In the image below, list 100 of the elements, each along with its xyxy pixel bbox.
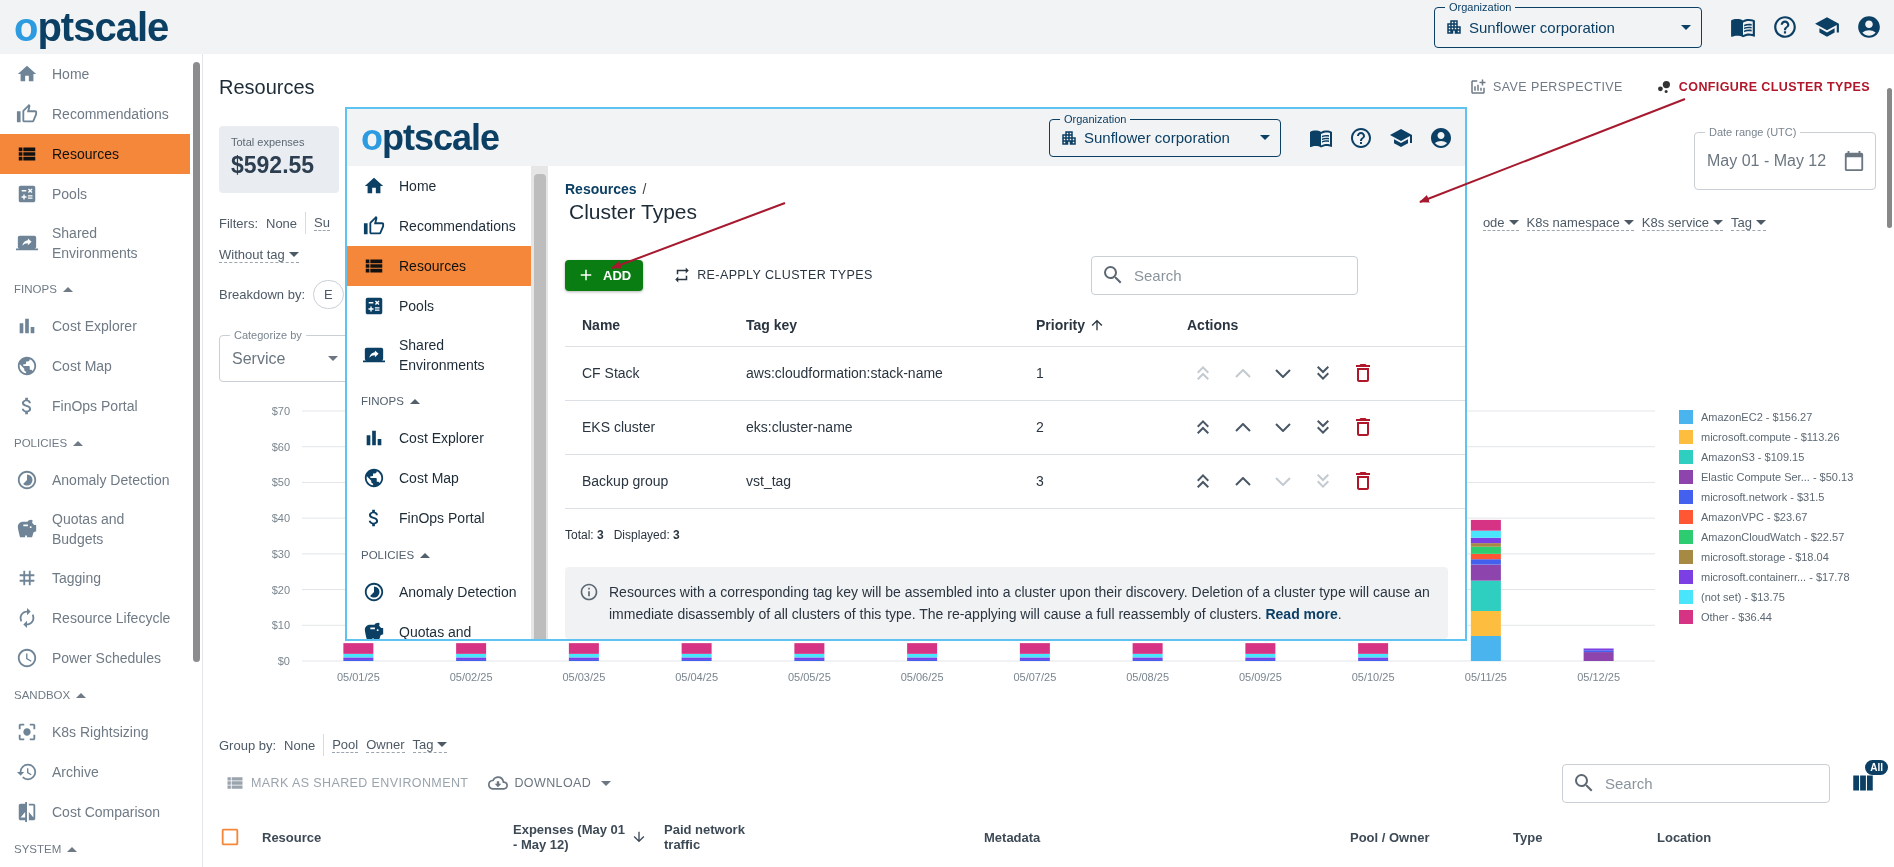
sidebar-item[interactable]: Quotas and — [347, 612, 531, 639]
legend-label: AmazonCloudWatch - $22.57 — [1701, 531, 1845, 543]
legend-label: microsoft.compute - $113.26 — [1701, 431, 1840, 443]
column-header: Metadata — [984, 829, 1041, 845]
sidebar-item[interactable]: Recommendations — [347, 206, 531, 246]
field-label: Categorize by — [230, 328, 306, 342]
section-header: SYSTEM — [14, 843, 62, 855]
sidebar-item[interactable]: Shared Environments — [347, 326, 531, 384]
filter-dropdown[interactable]: K8s service — [1641, 215, 1724, 231]
piggy-bank-icon — [16, 518, 38, 540]
chevron-down-icon — [1275, 476, 1291, 486]
download-button[interactable]: DOWNLOAD — [482, 769, 618, 797]
search-field[interactable]: Search — [1562, 763, 1830, 803]
breadcrumb-link[interactable]: Resources — [565, 181, 637, 198]
configure-cluster-types-button[interactable]: CONFIGURE CLUSTER TYPES — [1648, 74, 1876, 100]
sidebar-item[interactable]: Home — [347, 166, 531, 206]
caret-icon — [1713, 220, 1724, 225]
sidebar-item[interactable]: FinOps Portal — [0, 386, 190, 426]
table-cell-text: CF Stack — [582, 365, 641, 382]
sidebar-item[interactable]: Cost Comparison — [0, 792, 190, 832]
chevron-down-icon — [1275, 422, 1291, 432]
axis-label: 05/03/25 — [562, 671, 606, 683]
sidebar-item[interactable]: Quotas and Budgets — [0, 500, 190, 558]
sidebar-item[interactable]: Tagging — [0, 558, 190, 598]
caret-icon — [1756, 220, 1766, 225]
search-field[interactable]: Search — [1091, 255, 1358, 295]
chevron-up-icon — [1235, 476, 1251, 486]
group-by-label: Group by: — [219, 737, 277, 753]
bar-segment — [1470, 636, 1501, 661]
clock-icon — [16, 647, 38, 669]
caret-up-icon — [62, 286, 73, 292]
filter-dropdown[interactable]: Without tag — [219, 247, 299, 263]
sidebar-item[interactable]: Anomaly Detection — [0, 460, 190, 500]
filter-dropdown[interactable]: Su — [314, 215, 330, 231]
account-icon[interactable] — [1856, 14, 1882, 40]
sidebar-item[interactable]: Resources — [0, 134, 190, 174]
sidebar-item[interactable]: FinOps Portal — [347, 498, 531, 538]
sidebar-item[interactable]: K8s Rightsizing — [0, 712, 190, 752]
group-option[interactable]: Pool — [332, 737, 359, 753]
sidebar-item[interactable]: Home — [0, 54, 190, 94]
account-icon[interactable] — [1429, 125, 1453, 150]
table-cell-text: 2 — [1036, 419, 1045, 436]
timer-icon — [363, 581, 385, 603]
filter-dropdown[interactable]: ode — [1482, 215, 1519, 231]
help-icon[interactable] — [1349, 125, 1373, 150]
sidebar-item[interactable]: Resource Lifecycle — [0, 598, 190, 638]
section-header: FINOPS — [361, 395, 404, 407]
section-header: SANDBOX — [14, 689, 71, 701]
table-cell-text: aws:cloudformation:stack-name — [746, 365, 944, 382]
breadcrumb-separator: / — [642, 181, 647, 198]
sidebar-item[interactable]: Resources — [347, 246, 531, 286]
legend-label: microsoft.network - $31.5 — [1701, 491, 1825, 503]
sidebar-item[interactable]: Cost Map — [0, 346, 190, 386]
add-button[interactable]: ADD — [565, 259, 644, 291]
chevron-down-icon — [1275, 368, 1291, 378]
caret-up-icon — [420, 552, 431, 558]
column-header: Pool / Owner — [1350, 829, 1430, 845]
page-title: Resources — [219, 75, 315, 99]
column-header: Paid network traffic — [664, 822, 746, 852]
piggy-bank-icon — [363, 621, 385, 639]
filter-dropdown[interactable]: Tag — [1731, 215, 1766, 231]
sidebar-item[interactable]: Cost Explorer — [347, 418, 531, 458]
table-cell-text: eks:cluster-name — [746, 419, 854, 436]
field-label: Date range (UTC) — [1705, 125, 1801, 139]
section-header: FINOPS — [14, 283, 57, 295]
sidebar-item[interactable]: Pools — [347, 286, 531, 326]
sidebar-item[interactable]: Archive — [0, 752, 190, 792]
group-option[interactable]: Owner — [366, 737, 405, 753]
column-header: Priority — [1036, 317, 1085, 334]
sidebar-item[interactable]: Anomaly Detection — [347, 572, 531, 612]
reapply-button[interactable]: RE-APPLY CLUSTER TYPES — [667, 262, 879, 289]
section-header: POLICIES — [14, 437, 68, 449]
filter-dropdown[interactable]: K8s namespace — [1526, 215, 1634, 231]
axis-label: $0 — [277, 655, 290, 667]
caret-up-icon — [67, 846, 78, 852]
calendar-icon — [1843, 150, 1865, 172]
table-cell-text: Backup group — [582, 473, 670, 490]
group-option[interactable]: Tag — [412, 737, 448, 753]
sidebar-item[interactable]: Shared Environments — [0, 214, 190, 272]
sidebar-item[interactable]: Cost Explorer — [0, 306, 190, 346]
sidebar-item[interactable]: Recommendations — [0, 94, 190, 134]
count-badge: All — [1865, 760, 1888, 775]
sidebar-item[interactable]: Pools — [0, 174, 190, 214]
axis-label: 05/04/25 — [675, 671, 719, 683]
axis-label: 05/08/25 — [1126, 671, 1170, 683]
info-text: Resources with a corresponding tag key will be assembled into a cluster upon their discovery. Deletion of a cluster type will cause an immediate disassembly of all clusters of this type. The re-applying will cause a full reassembly of clusters. Read more. — [609, 583, 1431, 624]
filters-label: Filters: — [219, 215, 258, 231]
help-icon[interactable] — [1772, 14, 1798, 40]
checkbox[interactable] — [219, 826, 241, 848]
table-cell-text: EKS cluster — [582, 419, 657, 436]
save-perspective-button[interactable]: SAVE PERSPECTIVE — [1463, 74, 1629, 100]
caret-icon — [601, 780, 612, 786]
sidebar-item[interactable]: Cost Map — [347, 458, 531, 498]
scrollbar[interactable] — [531, 166, 548, 639]
caret-icon — [1623, 220, 1634, 225]
table-cell-text: 1 — [1036, 365, 1045, 382]
globe-icon — [363, 467, 385, 489]
read-more-link[interactable]: Read more — [1265, 606, 1338, 622]
sidebar-item[interactable]: Power Schedules — [0, 638, 190, 678]
chevron-up-icon — [1235, 368, 1251, 378]
